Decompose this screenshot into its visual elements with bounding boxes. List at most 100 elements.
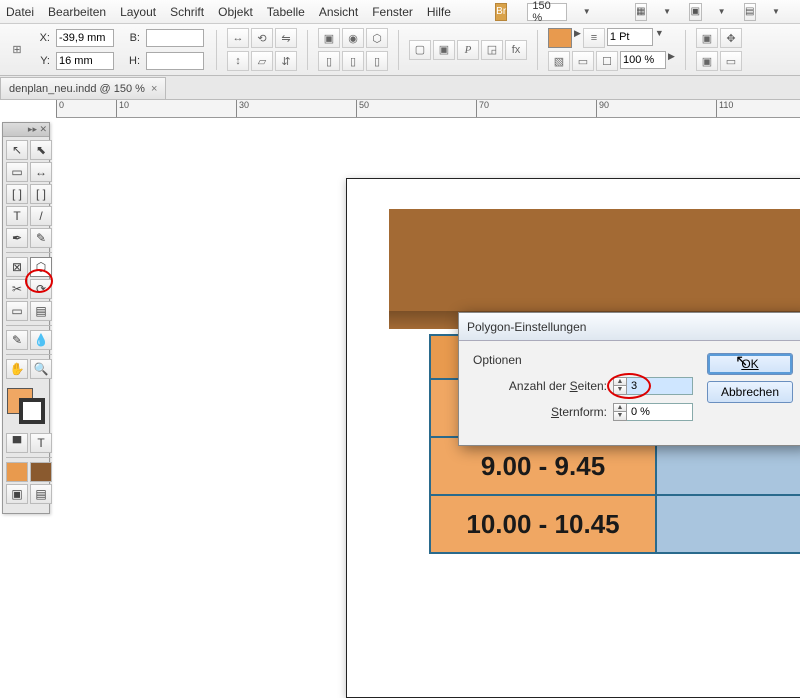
gap-tool[interactable]: ↔ (30, 162, 52, 182)
center-content-icon[interactable]: ▣ (696, 51, 718, 71)
dialog-titlebar[interactable]: Polygon-Einstellungen (459, 313, 800, 341)
gradient-feather-tool[interactable]: ▤ (30, 301, 52, 321)
hand-tool[interactable]: ✋ (6, 359, 28, 379)
type-tool[interactable]: T (6, 206, 28, 226)
tools-panel-header[interactable]: ▸▸ ✕ (3, 123, 49, 137)
tools-panel: ▸▸ ✕ ↖⬉▭↔[ ][ ]T/✒✎⊠⬡✂⟳▭▤✎💧✋🔍 ▀ T ▣ ▤ (2, 122, 50, 514)
effects-icon[interactable]: fx (505, 40, 527, 60)
polygon-tool[interactable]: ⬡ (30, 257, 52, 277)
star-inset-label: Sternform: (551, 405, 607, 419)
selection-tool[interactable]: ↖ (6, 140, 28, 160)
fill-stroke-proxy[interactable] (5, 386, 47, 426)
preview-view-icon[interactable]: ▤ (30, 484, 52, 504)
stroke-align-icon[interactable]: ▭ (572, 51, 594, 71)
stroke-style-icon[interactable]: ≡ (583, 28, 605, 48)
zoom-level-field[interactable]: 150 % (527, 3, 566, 21)
pen-tool[interactable]: ✒ (6, 228, 28, 248)
star-step-down-icon[interactable]: ▼ (613, 412, 627, 421)
horizontal-ruler[interactable]: 01030507090110 (56, 100, 800, 118)
arrange-docs-icon[interactable]: ▤ (744, 3, 757, 21)
y-field[interactable] (56, 52, 114, 70)
rectangle-frame-tool[interactable]: ⊠ (6, 257, 28, 277)
direct-selection-tool[interactable]: ⬉ (30, 140, 52, 160)
table-time-cell: 10.00 - 10.45 (429, 496, 657, 554)
menu-layout[interactable]: Layout (120, 5, 156, 19)
cancel-button[interactable]: Abbrechen (707, 381, 793, 403)
object-styles-icon[interactable]: ▭ (720, 51, 742, 71)
menu-hilfe[interactable]: Hilfe (427, 5, 451, 19)
stroke-weight-field[interactable] (607, 28, 653, 46)
bridge-icon[interactable]: Br (495, 3, 508, 21)
corner-options-icon[interactable]: ◲ (481, 40, 503, 60)
document-tab[interactable]: denplan_neu.indd @ 150 % × (0, 77, 166, 99)
normal-view-icon[interactable]: ▣ (6, 484, 28, 504)
fill-swatch[interactable] (548, 28, 572, 48)
rotate-icon[interactable]: ⟲ (251, 28, 273, 48)
menu-fenster[interactable]: Fenster (372, 5, 413, 19)
width-field[interactable] (146, 29, 204, 47)
zoom-tool[interactable]: 🔍 (30, 359, 52, 379)
table-content-cell (657, 438, 800, 496)
select-content-icon[interactable]: ◉ (342, 28, 364, 48)
scissors-tool[interactable]: ✂ (6, 279, 28, 299)
text-wrap-bbox-icon[interactable]: ▣ (433, 40, 455, 60)
quick-apply-icon[interactable]: ✥ (720, 28, 742, 48)
flip-v-icon[interactable]: ⇵ (275, 51, 297, 71)
sides-step-down-icon[interactable]: ▼ (613, 386, 627, 395)
text-wrap-none-icon[interactable]: ▢ (409, 40, 431, 60)
select-container-icon[interactable]: ▣ (318, 28, 340, 48)
screen-mode-icon[interactable]: ▣ (689, 3, 702, 21)
h-label: H: (122, 55, 140, 67)
apply-none-icon[interactable]: ▧ (548, 51, 570, 71)
menu-tabelle[interactable]: Tabelle (267, 5, 305, 19)
scale-x-icon[interactable]: ↔ (227, 28, 249, 48)
apply-color-icon[interactable]: ▀ (6, 433, 28, 453)
fit-content-icon[interactable]: ▣ (696, 28, 718, 48)
pencil-tool[interactable]: ✎ (30, 228, 52, 248)
menu-datei[interactable]: Datei (6, 5, 34, 19)
opacity-field[interactable] (620, 51, 666, 69)
x-field[interactable] (56, 29, 114, 47)
swatch-dropdown-icon[interactable]: ▶ (574, 28, 581, 48)
content-placer-tool[interactable]: [ ] (30, 184, 52, 204)
y-label: Y: (32, 55, 50, 67)
effects-opacity-icon[interactable]: ☐ (596, 51, 618, 71)
content-collector-tool[interactable]: [ ] (6, 184, 28, 204)
star-step-up-icon[interactable]: ▲ (613, 403, 627, 412)
scale-y-icon[interactable]: ↕ (227, 51, 249, 71)
x-label: X: (32, 32, 50, 44)
pathfinder-icon[interactable]: ⬡ (366, 28, 388, 48)
drop-cap-icon[interactable]: P (457, 40, 479, 60)
document-tab-bar: denplan_neu.indd @ 150 % × (0, 76, 800, 100)
default-fill-icon[interactable] (6, 462, 28, 482)
align-center-icon[interactable]: ▯ (342, 51, 364, 71)
ok-button[interactable]: OK (707, 353, 793, 375)
menu-bearbeiten[interactable]: Bearbeiten (48, 5, 106, 19)
page-tool[interactable]: ▭ (6, 162, 28, 182)
close-tab-icon[interactable]: × (151, 83, 157, 95)
zoom-dropdown-icon[interactable]: ▼ (583, 7, 591, 16)
sides-input[interactable] (627, 377, 693, 395)
stroke-proxy[interactable] (19, 398, 45, 424)
control-bar: ⊞ X: B: Y: H: ↔⟲⇋ ↕▱⇵ ▣◉⬡ ▯▯▯ ▢ ▣ P ◲ fx… (0, 24, 800, 76)
swap-fill-stroke-icon[interactable] (30, 462, 52, 482)
polygon-settings-dialog: Polygon-Einstellungen Optionen Anzahl de… (458, 312, 800, 446)
eyedropper-tool[interactable]: 💧 (30, 330, 52, 350)
gradient-swatch-tool[interactable]: ▭ (6, 301, 28, 321)
star-inset-input[interactable] (627, 403, 693, 421)
menu-objekt[interactable]: Objekt (218, 5, 253, 19)
height-field[interactable] (146, 52, 204, 70)
note-tool[interactable]: ✎ (6, 330, 28, 350)
align-left-icon[interactable]: ▯ (318, 51, 340, 71)
flip-h-icon[interactable]: ⇋ (275, 28, 297, 48)
line-tool[interactable]: / (30, 206, 52, 226)
align-right-icon[interactable]: ▯ (366, 51, 388, 71)
menu-ansicht[interactable]: Ansicht (319, 5, 358, 19)
view-options-icon[interactable]: ▦ (635, 3, 648, 21)
free-transform-tool[interactable]: ⟳ (30, 279, 52, 299)
reference-point-icon[interactable]: ⊞ (6, 40, 28, 60)
menu-schrift[interactable]: Schrift (170, 5, 204, 19)
apply-gradient-icon[interactable]: T (30, 433, 52, 453)
shear-icon[interactable]: ▱ (251, 51, 273, 71)
sides-step-up-icon[interactable]: ▲ (613, 377, 627, 386)
